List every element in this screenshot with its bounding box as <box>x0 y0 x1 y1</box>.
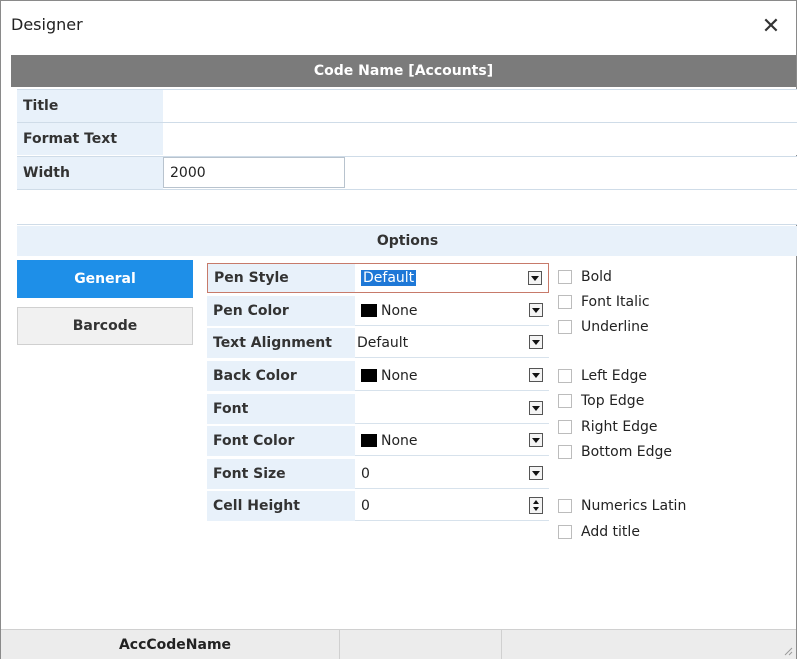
format-text-field[interactable] <box>163 123 797 155</box>
option-value: None <box>381 432 418 449</box>
checkbox-icon[interactable] <box>558 445 572 459</box>
add-title-checkbox[interactable]: Add title <box>558 522 640 542</box>
tab-general[interactable]: General <box>17 260 193 298</box>
option-label: Font Color <box>207 426 355 456</box>
title-bar: Designer ✕ <box>1 1 796 49</box>
option-row-font: Font <box>207 394 549 426</box>
font-color-dropdown[interactable]: None <box>355 426 549 456</box>
option-label: Font Size <box>207 459 355 489</box>
option-row-font-color: Font Color None <box>207 426 549 458</box>
option-label: Font <box>207 394 355 424</box>
pen-color-dropdown[interactable]: None <box>355 296 549 326</box>
option-label: Pen Style <box>207 263 355 293</box>
checkbox-label: Underline <box>581 319 649 335</box>
pen-style-dropdown[interactable]: Default <box>355 263 549 293</box>
tab-barcode[interactable]: Barcode <box>17 307 193 345</box>
checkbox-label: Add title <box>581 524 640 540</box>
options-header: Options <box>17 226 797 256</box>
checkbox-label: Bottom Edge <box>581 444 673 460</box>
checkbox-icon[interactable] <box>558 270 572 284</box>
format-text-row: Format Text <box>17 122 797 155</box>
font-italic-checkbox[interactable]: Font Italic <box>558 292 650 312</box>
dropdown-arrow-icon[interactable] <box>529 466 543 480</box>
column-divider <box>501 630 502 659</box>
title-label: Title <box>17 90 163 122</box>
option-value: 0 <box>361 497 370 514</box>
option-row-font-size: Font Size 0 <box>207 459 549 491</box>
resize-grip-icon[interactable] <box>783 646 793 656</box>
dropdown-arrow-icon[interactable] <box>529 335 543 349</box>
top-edge-checkbox[interactable]: Top Edge <box>558 391 644 411</box>
empty-row <box>17 189 797 225</box>
grid-header-row: AccCodeName <box>1 629 796 659</box>
spinner-arrows-icon[interactable] <box>529 497 543 514</box>
option-value: Default <box>361 270 417 286</box>
color-swatch <box>361 369 377 382</box>
column-divider <box>339 630 340 659</box>
width-label: Width <box>17 157 163 189</box>
checkbox-label: Left Edge <box>581 368 648 384</box>
window-title: Designer <box>11 15 83 34</box>
option-row-pen-style: Pen Style Default <box>207 263 549 295</box>
option-row-back-color: Back Color None <box>207 361 549 393</box>
width-row: Width 2000 <box>17 156 797 189</box>
dropdown-arrow-icon[interactable] <box>529 368 543 382</box>
option-label: Cell Height <box>207 491 355 521</box>
dropdown-arrow-icon[interactable] <box>529 401 543 415</box>
column-header-acccodename[interactable]: AccCodeName <box>11 630 339 659</box>
back-color-dropdown[interactable]: None <box>355 361 549 391</box>
close-icon[interactable]: ✕ <box>754 9 788 43</box>
cell-height-spinner[interactable]: 0 <box>355 491 549 521</box>
option-row-cell-height: Cell Height 0 <box>207 491 549 523</box>
color-swatch <box>361 304 377 317</box>
option-row-text-alignment: Text Alignment Default <box>207 328 549 360</box>
dropdown-arrow-icon[interactable] <box>528 271 542 285</box>
bold-checkbox[interactable]: Bold <box>558 267 612 287</box>
title-row: Title <box>17 89 797 122</box>
width-input[interactable]: 2000 <box>163 157 345 188</box>
checkbox-label: Right Edge <box>581 419 658 435</box>
designer-window: Designer ✕ Code Name [Accounts] Title Fo… <box>0 0 797 659</box>
option-label: Pen Color <box>207 296 355 326</box>
checkbox-icon[interactable] <box>558 295 572 309</box>
checkbox-icon[interactable] <box>558 394 572 408</box>
option-row-pen-color: Pen Color None <box>207 296 549 328</box>
code-name-header: Code Name [Accounts] <box>11 55 796 87</box>
checkbox-label: Numerics Latin <box>581 498 687 514</box>
font-dropdown[interactable] <box>355 394 549 424</box>
dropdown-arrow-icon[interactable] <box>529 433 543 447</box>
color-swatch <box>361 434 377 447</box>
checkbox-label: Bold <box>581 269 612 285</box>
option-label: Back Color <box>207 361 355 391</box>
option-value: Default <box>357 334 409 351</box>
left-edge-checkbox[interactable]: Left Edge <box>558 366 647 386</box>
checkbox-icon[interactable] <box>558 499 572 513</box>
checkbox-icon[interactable] <box>558 420 572 434</box>
checkbox-icon[interactable] <box>558 320 572 334</box>
checkbox-label: Font Italic <box>581 294 650 310</box>
numerics-latin-checkbox[interactable]: Numerics Latin <box>558 496 686 516</box>
underline-checkbox[interactable]: Underline <box>558 317 649 337</box>
format-text-label: Format Text <box>17 123 163 155</box>
bottom-edge-checkbox[interactable]: Bottom Edge <box>558 442 672 462</box>
checkbox-icon[interactable] <box>558 369 572 383</box>
dropdown-arrow-icon[interactable] <box>529 303 543 317</box>
text-alignment-dropdown[interactable]: Default <box>355 328 549 358</box>
option-value: None <box>381 302 418 319</box>
option-value: None <box>381 367 418 384</box>
title-field[interactable] <box>163 90 797 122</box>
font-size-dropdown[interactable]: 0 <box>355 459 549 489</box>
option-value: 0 <box>361 465 370 482</box>
checkbox-label: Top Edge <box>581 393 645 409</box>
checkbox-icon[interactable] <box>558 525 572 539</box>
right-edge-checkbox[interactable]: Right Edge <box>558 417 658 437</box>
option-label: Text Alignment <box>207 328 355 358</box>
